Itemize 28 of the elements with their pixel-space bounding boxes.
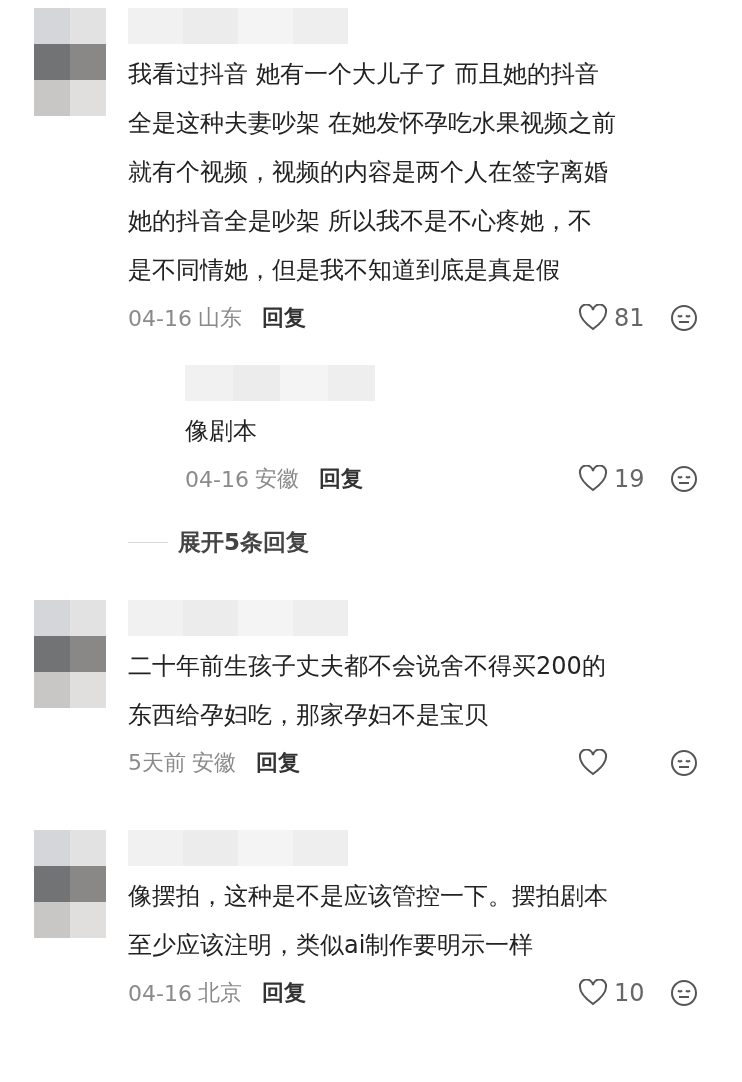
neutral-face-icon[interactable] [670,304,698,332]
reply-link[interactable]: 回复 [261,978,306,1008]
neutral-face-icon[interactable] [670,749,698,777]
reply-link[interactable]: 回复 [318,464,363,494]
reply-link[interactable]: 回复 [256,748,300,778]
comment-text: 二十年前生孩子丈夫都不会说舍不得买200的 东西给孕妇吃，那家孕妇不是宝贝 [128,651,607,731]
expand-replies-link[interactable]: 展开5条回复 [178,526,309,558]
comment-date: 04-16 [185,466,249,492]
like-count: 10 [614,979,646,1007]
comment-date: 04-16 [128,305,192,331]
heart-icon[interactable] [578,979,608,1007]
neutral-face-icon[interactable] [670,465,698,493]
comment-location: 山东 [197,304,242,332]
comment-location: 安徽 [192,749,236,777]
comment-text: 我看过抖音 她有一个大儿子了 而且她的抖音 全是这种夫妻吵架 在她发怀孕吃水果视频之前 就有个视频，视频的内容是两个人在签字离婚 她的抖音全是吵架 所以我不是不心疼她，不 是不同情她，但是我不知道到底是真是假 [128,59,617,286]
comment-location: 安徽 [254,465,299,493]
neutral-face-icon[interactable] [670,979,698,1007]
heart-icon[interactable] [578,304,608,332]
reply-link[interactable]: 回复 [261,303,306,333]
like-count: 19 [614,465,646,493]
comment-date: 04-16 [128,980,192,1006]
heart-icon[interactable] [578,465,608,493]
comment-date: 5天前 [128,749,186,777]
comment-location: 北京 [197,979,242,1007]
comment-text: 像摆拍，这种是不是应该管控一下。摆拍剧本 至少应该注明，类似ai制作要明示一样 [128,881,609,961]
like-count: 81 [614,304,646,332]
heart-icon[interactable] [578,749,608,777]
comment-text: 像剧本 [185,416,258,447]
